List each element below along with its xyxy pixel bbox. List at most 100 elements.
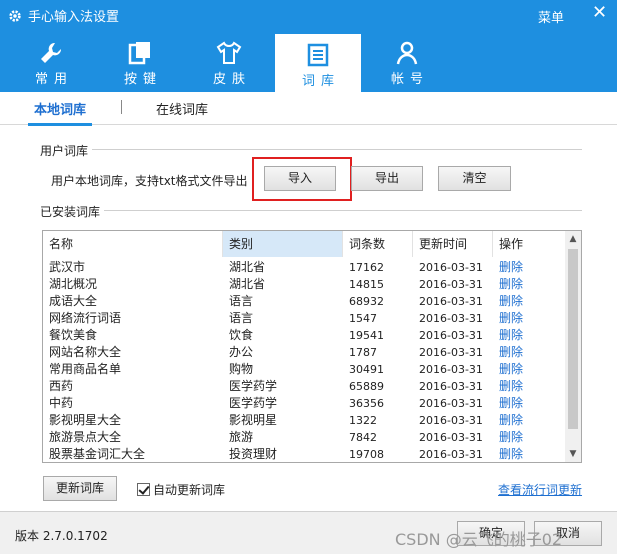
export-button[interactable]: 导出 [351,166,423,191]
cell-count: 1547 [349,312,377,325]
main-tabs: 常用 按键 皮肤 词库 帐号 [0,34,617,92]
version-text: 版本 2.7.0.1702 [15,529,108,543]
cell-category: 湖北省 [229,277,266,291]
delete-link[interactable]: 删除 [493,412,565,429]
scrollbar-thumb[interactable] [568,249,578,429]
tab-keys[interactable]: 按键 [97,34,183,92]
cell-update-time: 2016-03-31 [419,295,483,308]
tab-skin[interactable]: 皮肤 [186,34,272,92]
tab-common[interactable]: 常用 [8,34,94,92]
cell-update-time: 2016-03-31 [419,414,483,427]
menu-button[interactable]: 菜单 [538,7,564,26]
scroll-up-icon[interactable]: ▲ [565,231,581,247]
cell-count: 30491 [349,363,384,376]
delete-link[interactable]: 删除 [493,293,565,310]
tab-account[interactable]: 帐号 [364,34,450,92]
cell-count: 7842 [349,431,377,444]
table-row[interactable]: 武汉市 湖北省 17162 2016-03-31 删除 [43,259,565,276]
app-title: 手心输入法设置 [8,6,119,25]
table-row[interactable]: 影视明星大全 影视明星 1322 2016-03-31 删除 [43,412,565,429]
delete-link[interactable]: 删除 [493,276,565,293]
cell-category: 购物 [229,362,254,376]
cell-update-time: 2016-03-31 [419,380,483,393]
table-row[interactable]: 网站名称大全 办公 1787 2016-03-31 删除 [43,344,565,361]
table-body: 武汉市 湖北省 17162 2016-03-31 删除 湖北概况 湖北省 14815 2016-… [43,259,565,462]
column-header-update-time[interactable]: 更新时间 [413,231,493,257]
sub-tab-bar: 本地词库 在线词库 [0,92,617,126]
close-icon[interactable]: ✕ [592,4,607,22]
column-header-count[interactable]: 词条数 [343,231,413,257]
cell-count: 36356 [349,397,384,410]
cell-category: 办公 [229,345,254,359]
view-popular-words-link[interactable]: 查看流行词更新 [498,481,582,498]
clear-button[interactable]: 清空 [438,166,511,191]
cell-update-time: 2016-03-31 [419,278,483,291]
vertical-scrollbar[interactable]: ▲ ▼ [565,231,581,462]
cell-count: 19541 [349,329,384,342]
delete-link[interactable]: 删除 [493,327,565,344]
table-row[interactable]: 股票基金词汇大全 投资理财 19708 2016-03-31 删除 [43,446,565,462]
table-header: 名称 类别 词条数 更新时间 操作 [43,231,565,257]
column-header-action: 操作 [499,237,524,251]
table-row[interactable]: 网络流行词语 语言 1547 2016-03-31 删除 [43,310,565,327]
cell-name: 湖北概况 [49,277,98,291]
table-row[interactable]: 中药 医学药学 36356 2016-03-31 删除 [43,395,565,412]
table-row[interactable]: 成语大全 语言 68932 2016-03-31 删除 [43,293,565,310]
cell-count: 1322 [349,414,377,427]
table-row[interactable]: 常用商品名单 购物 30491 2016-03-31 删除 [43,361,565,378]
delete-link[interactable]: 删除 [493,429,565,446]
delete-link[interactable]: 删除 [493,310,565,327]
cell-count: 19708 [349,448,384,461]
table-row[interactable]: 旅游景点大全 旅游 7842 2016-03-31 删除 [43,429,565,446]
delete-link[interactable]: 删除 [493,378,565,395]
cell-count: 17162 [349,261,384,274]
divider [121,100,122,114]
user-lexicon-description: 用户本地词库，支持txt格式文件导出 [51,174,248,188]
keys-icon [128,42,150,65]
cell-name: 中药 [49,396,74,410]
scroll-down-icon[interactable]: ▼ [565,446,581,462]
tab-label: 常用 [34,72,73,87]
delete-link[interactable]: 删除 [493,446,565,462]
section-title-user-lexicon: 用户词库 [40,142,93,159]
column-header-name[interactable]: 名称 [43,231,223,257]
wrench-icon [41,42,62,63]
column-header-category[interactable]: 类别 [223,231,343,257]
cell-update-time: 2016-03-31 [419,329,483,342]
auto-update-label: 自动更新词库 [153,483,226,497]
cell-update-time: 2016-03-31 [419,397,483,410]
cell-category: 饮食 [229,328,254,342]
cell-update-time: 2016-03-31 [419,431,483,444]
cell-category: 语言 [229,311,254,325]
delete-link[interactable]: 删除 [493,395,565,412]
tab-label: 词库 [301,74,340,89]
cell-count: 14815 [349,278,384,291]
cell-name: 旅游景点大全 [49,430,122,444]
cell-category: 语言 [229,294,254,308]
divider [42,149,582,150]
tab-lexicon[interactable]: 词库 [275,34,361,92]
cell-category: 医学药学 [229,396,278,410]
section-title-installed: 已安装词库 [40,203,105,220]
delete-link[interactable]: 删除 [493,344,565,361]
table-row[interactable]: 湖北概况 湖北省 14815 2016-03-31 删除 [43,276,565,293]
import-button[interactable]: 导入 [264,166,336,191]
cell-category: 影视明星 [229,413,278,427]
divider [42,210,582,211]
user-icon [396,41,418,65]
document-icon [307,43,329,67]
cell-update-time: 2016-03-31 [419,363,483,376]
checkbox-box[interactable] [137,483,150,496]
subtab-local-lexicon[interactable]: 本地词库 [27,99,93,126]
delete-link[interactable]: 删除 [493,259,565,276]
delete-link[interactable]: 删除 [493,361,565,378]
cell-name: 武汉市 [49,260,86,274]
table-row[interactable]: 西药 医学药学 65889 2016-03-31 删除 [43,378,565,395]
update-lexicon-button[interactable]: 更新词库 [43,476,117,501]
footer: 版本 2.7.0.1702 确定 取消 CSDN @云飞的桃子02 [0,511,617,554]
cell-category: 旅游 [229,430,254,444]
auto-update-checkbox[interactable]: 自动更新词库 [137,481,225,498]
subtab-online-lexicon[interactable]: 在线词库 [156,99,208,118]
cell-count: 65889 [349,380,384,393]
table-row[interactable]: 餐饮美食 饮食 19541 2016-03-31 删除 [43,327,565,344]
